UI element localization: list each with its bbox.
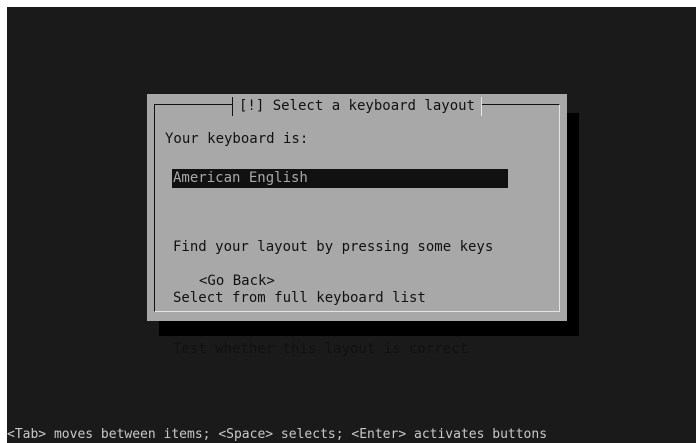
keyboard-hint-bar: <Tab> moves between items; <Space> selec… <box>7 427 548 442</box>
go-back-button[interactable]: <Go Back> <box>199 272 275 290</box>
selected-layout-option[interactable]: American English <box>172 169 508 188</box>
dialog-title: [!] Select a keyboard layout <box>231 97 483 116</box>
option-select-from-list[interactable]: Select from full keyboard list <box>173 290 493 307</box>
option-find-layout[interactable]: Find your layout by pressing some keys <box>173 239 493 256</box>
dialog-title-bar: [!] Select a keyboard layout <box>155 95 559 116</box>
keyboard-prompt-label: Your keyboard is: <box>165 131 309 147</box>
layout-options-list: Find your layout by pressing some keys S… <box>173 205 493 392</box>
option-test-layout[interactable]: Test whether this layout is correct <box>173 341 493 358</box>
keyboard-layout-dialog: [!] Select a keyboard layout Your keyboa… <box>147 94 567 357</box>
installer-screen: [!] Select a keyboard layout Your keyboa… <box>7 7 696 443</box>
